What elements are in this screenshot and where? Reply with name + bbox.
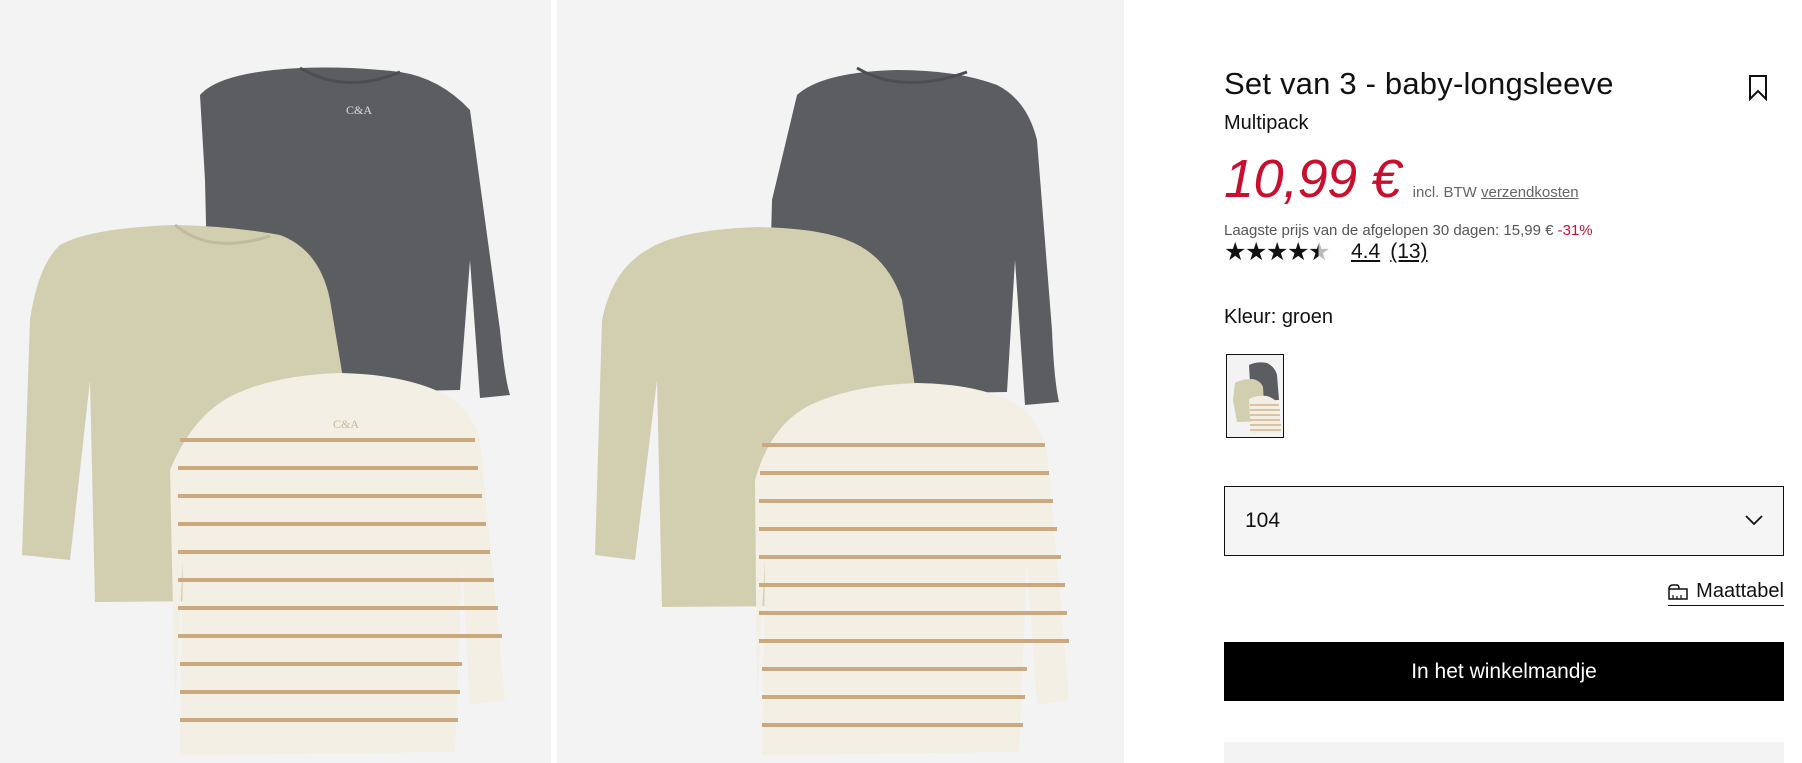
tax-text: incl. BTW [1412, 184, 1477, 201]
product-image-back[interactable] [557, 0, 1124, 763]
size-value: 104 [1245, 509, 1281, 532]
size-select[interactable]: 104 [1224, 486, 1784, 556]
star-icon: ★ [1224, 238, 1247, 266]
star-rating: ★ ★ ★ ★ ★ [1224, 238, 1331, 266]
rating-count[interactable]: (13) [1390, 240, 1427, 264]
lowest-price-info: Laagste prijs van de afgelopen 30 dagen:… [1224, 222, 1593, 239]
product-photo-front: C&A C&A [22, 66, 510, 755]
product-price: 10,99 € [1224, 149, 1401, 209]
shipping-link[interactable]: verzendkosten [1481, 184, 1579, 201]
discount-badge: -31% [1557, 222, 1593, 239]
size-chart-link[interactable]: Maattabel [1668, 580, 1784, 606]
size-chart-label: Maattabel [1696, 580, 1784, 602]
svg-text:C&A: C&A [333, 417, 359, 431]
svg-text:C&A: C&A [346, 103, 372, 117]
lowest-price-text: Laagste prijs van de afgelopen 30 dagen:… [1224, 222, 1554, 239]
color-label: Kleur: groen [1224, 306, 1333, 329]
next-section-strip [1224, 742, 1784, 763]
color-label-text: Kleur: [1224, 306, 1277, 328]
rating-value[interactable]: 4.4 [1351, 240, 1380, 264]
price-meta: incl. BTW verzendkosten [1413, 184, 1579, 201]
star-icon: ★ [1245, 238, 1268, 266]
bookmark-icon[interactable] [1748, 74, 1768, 101]
ruler-icon [1668, 583, 1688, 600]
star-icon: ★ [1287, 238, 1310, 266]
swatch-thumbnail [1233, 362, 1281, 434]
product-image-front[interactable]: C&A C&A [0, 0, 551, 763]
star-icon: ★ [1266, 238, 1289, 266]
price-row: 10,99 € incl. BTW verzendkosten [1224, 148, 1579, 210]
rating-row[interactable]: ★ ★ ★ ★ ★ 4.4 (13) [1224, 238, 1428, 266]
product-photo-back [595, 66, 1069, 755]
color-swatch[interactable] [1226, 354, 1284, 438]
chevron-down-icon [1745, 515, 1763, 526]
half-star-icon: ★ [1308, 238, 1331, 266]
product-title: Set van 3 - baby-longsleeve [1224, 66, 1614, 101]
product-info-panel: Set van 3 - baby-longsleeve Multipack 10… [1224, 0, 1784, 763]
color-value: groen [1281, 306, 1333, 328]
add-to-cart-button[interactable]: In het winkelmandje [1224, 642, 1784, 701]
product-subtitle: Multipack [1224, 112, 1309, 134]
